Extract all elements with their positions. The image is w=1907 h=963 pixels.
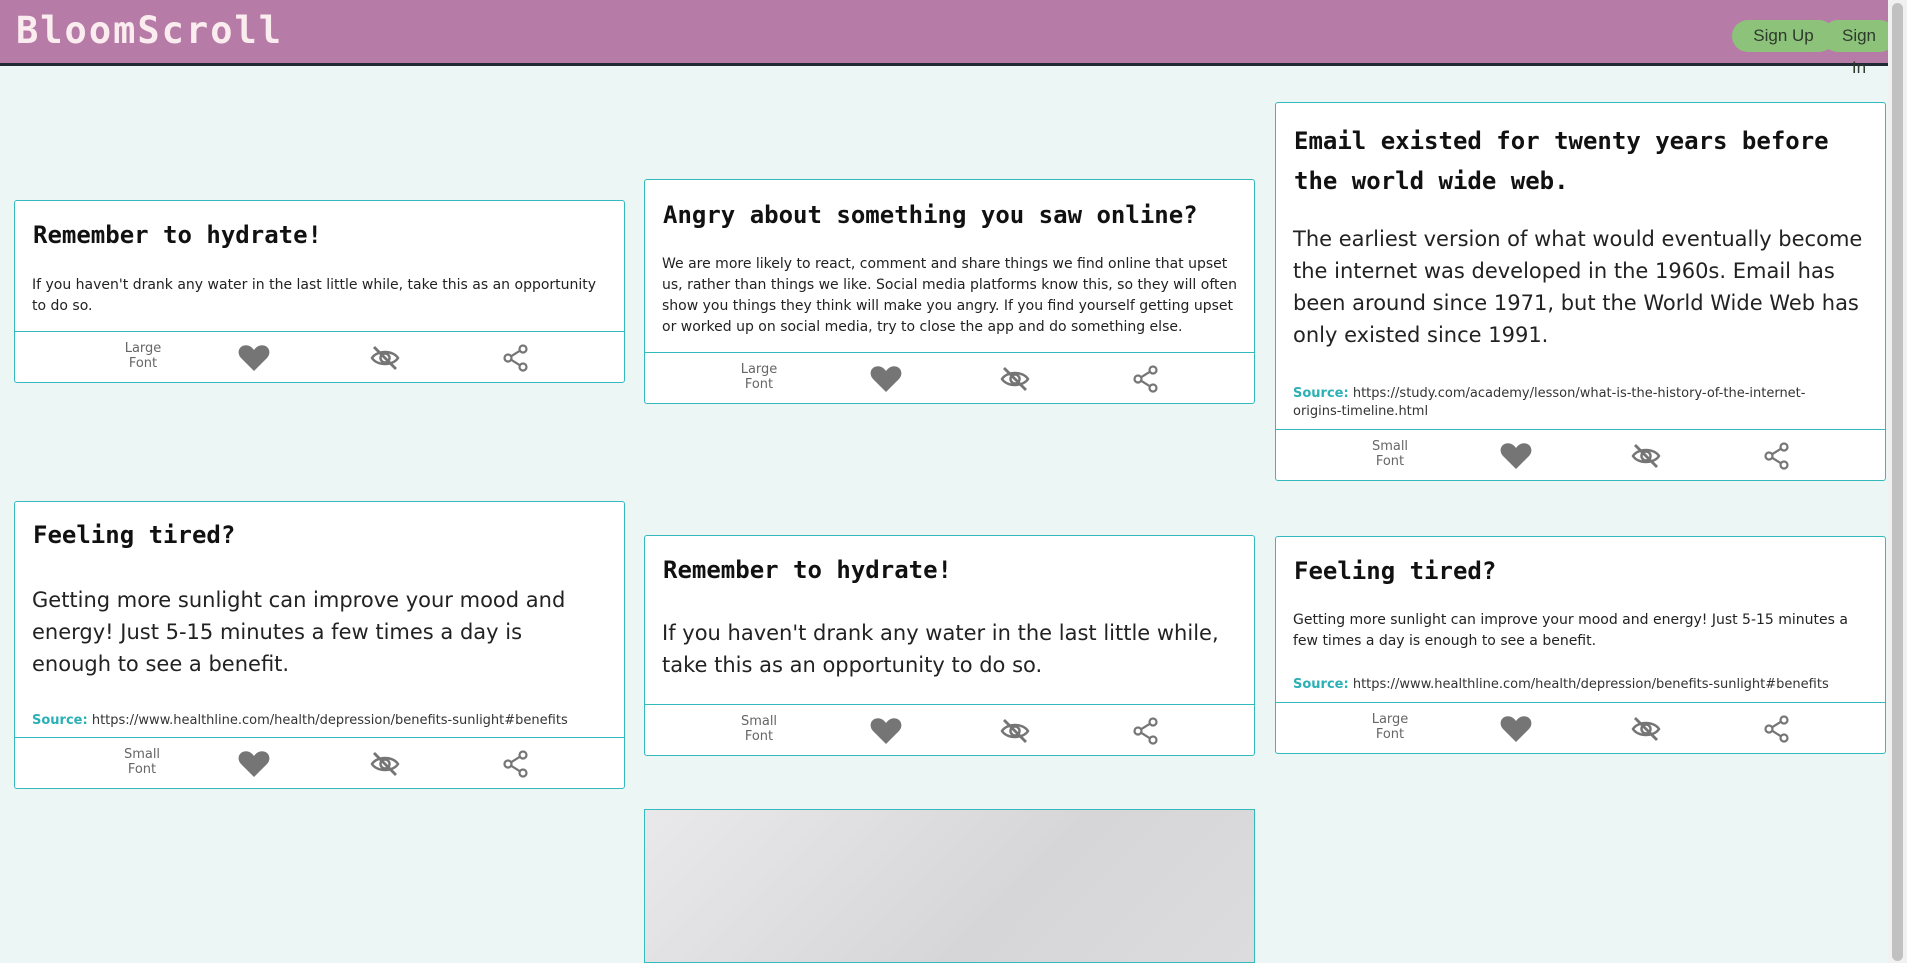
- card-body: The earliest version of what would event…: [1293, 227, 1863, 347]
- source-label: Source:: [32, 713, 88, 728]
- card-actions: Large Font: [1276, 702, 1885, 753]
- eye-slash-icon[interactable]: [370, 750, 400, 778]
- heart-icon[interactable]: [870, 717, 902, 745]
- heart-icon[interactable]: [238, 750, 270, 778]
- scrollbar[interactable]: [1888, 0, 1907, 963]
- card-actions: Large Font: [645, 352, 1254, 403]
- card-source: Source: https://www.healthline.com/healt…: [1293, 676, 1873, 694]
- card-title: Feeling tired?: [1294, 557, 1497, 585]
- card-body: Getting more sunlight can improve your m…: [1293, 612, 1848, 649]
- source-label: Source:: [1293, 386, 1349, 401]
- eye-slash-icon[interactable]: [1631, 442, 1661, 470]
- share-icon[interactable]: [1131, 365, 1161, 393]
- card-body: If you haven't drank any water in the la…: [662, 621, 1219, 677]
- source-link[interactable]: https://www.healthline.com/health/depres…: [1353, 677, 1829, 692]
- card-title: Email existed for twenty years before th…: [1294, 127, 1829, 195]
- eye-slash-icon[interactable]: [370, 344, 400, 372]
- card-title: Angry about something you saw online?: [663, 201, 1198, 229]
- fact-card: Angry about something you saw online? We…: [644, 179, 1255, 404]
- font-size-toggle[interactable]: Small Font: [729, 714, 789, 744]
- font-size-toggle[interactable]: Large Font: [729, 362, 789, 392]
- fact-card: Email existed for twenty years before th…: [1275, 102, 1886, 481]
- sign-in-button[interactable]: Sign In: [1822, 20, 1896, 77]
- eye-slash-icon[interactable]: [1631, 715, 1661, 743]
- share-icon[interactable]: [501, 344, 531, 372]
- font-size-toggle[interactable]: Small Font: [1360, 439, 1420, 469]
- heart-icon[interactable]: [1500, 442, 1532, 470]
- top-nav-bar: BloomScroll Sign Up Sign In: [0, 0, 1896, 77]
- font-size-toggle[interactable]: Small Font: [112, 747, 172, 777]
- card-title: Remember to hydrate!: [33, 221, 322, 249]
- fact-card: Remember to hydrate! If you haven't dran…: [644, 535, 1255, 756]
- card-actions: Small Font: [1276, 429, 1885, 480]
- card-body: If you haven't drank any water in the la…: [32, 277, 597, 314]
- share-icon[interactable]: [1131, 717, 1161, 745]
- font-size-toggle[interactable]: Large Font: [113, 341, 173, 371]
- sign-up-button[interactable]: Sign Up: [1732, 20, 1835, 52]
- fact-card: Feeling tired? Getting more sunlight can…: [14, 501, 625, 789]
- card-actions: Small Font: [15, 737, 624, 788]
- share-icon[interactable]: [501, 750, 531, 778]
- card-actions: Small Font: [645, 704, 1254, 755]
- source-link[interactable]: https://www.healthline.com/health/depres…: [92, 713, 568, 728]
- heart-icon[interactable]: [870, 365, 902, 393]
- card-body: Getting more sunlight can improve your m…: [32, 588, 566, 676]
- source-link[interactable]: https://study.com/academy/lesson/what-is…: [1293, 386, 1805, 419]
- eye-slash-icon[interactable]: [1000, 365, 1030, 393]
- source-label: Source:: [1293, 677, 1349, 692]
- loading-card-placeholder: [644, 809, 1255, 963]
- card-source: Source: https://www.healthline.com/healt…: [32, 712, 607, 730]
- card-body: We are more likely to react, comment and…: [662, 256, 1237, 335]
- scrollbar-thumb[interactable]: [1892, 3, 1903, 961]
- fact-card: Remember to hydrate! If you haven't dran…: [14, 200, 625, 383]
- font-size-toggle[interactable]: Large Font: [1360, 712, 1420, 742]
- card-title: Remember to hydrate!: [663, 556, 952, 584]
- eye-slash-icon[interactable]: [1000, 717, 1030, 745]
- brand-logo[interactable]: BloomScroll: [16, 9, 283, 52]
- heart-icon[interactable]: [1500, 715, 1532, 743]
- share-icon[interactable]: [1762, 715, 1792, 743]
- heart-icon[interactable]: [238, 344, 270, 372]
- card-title: Feeling tired?: [33, 521, 236, 549]
- fact-card: Feeling tired? Getting more sunlight can…: [1275, 536, 1886, 754]
- card-actions: Large Font: [15, 331, 624, 382]
- share-icon[interactable]: [1762, 442, 1792, 470]
- card-source: Source: https://study.com/academy/lesson…: [1293, 385, 1843, 421]
